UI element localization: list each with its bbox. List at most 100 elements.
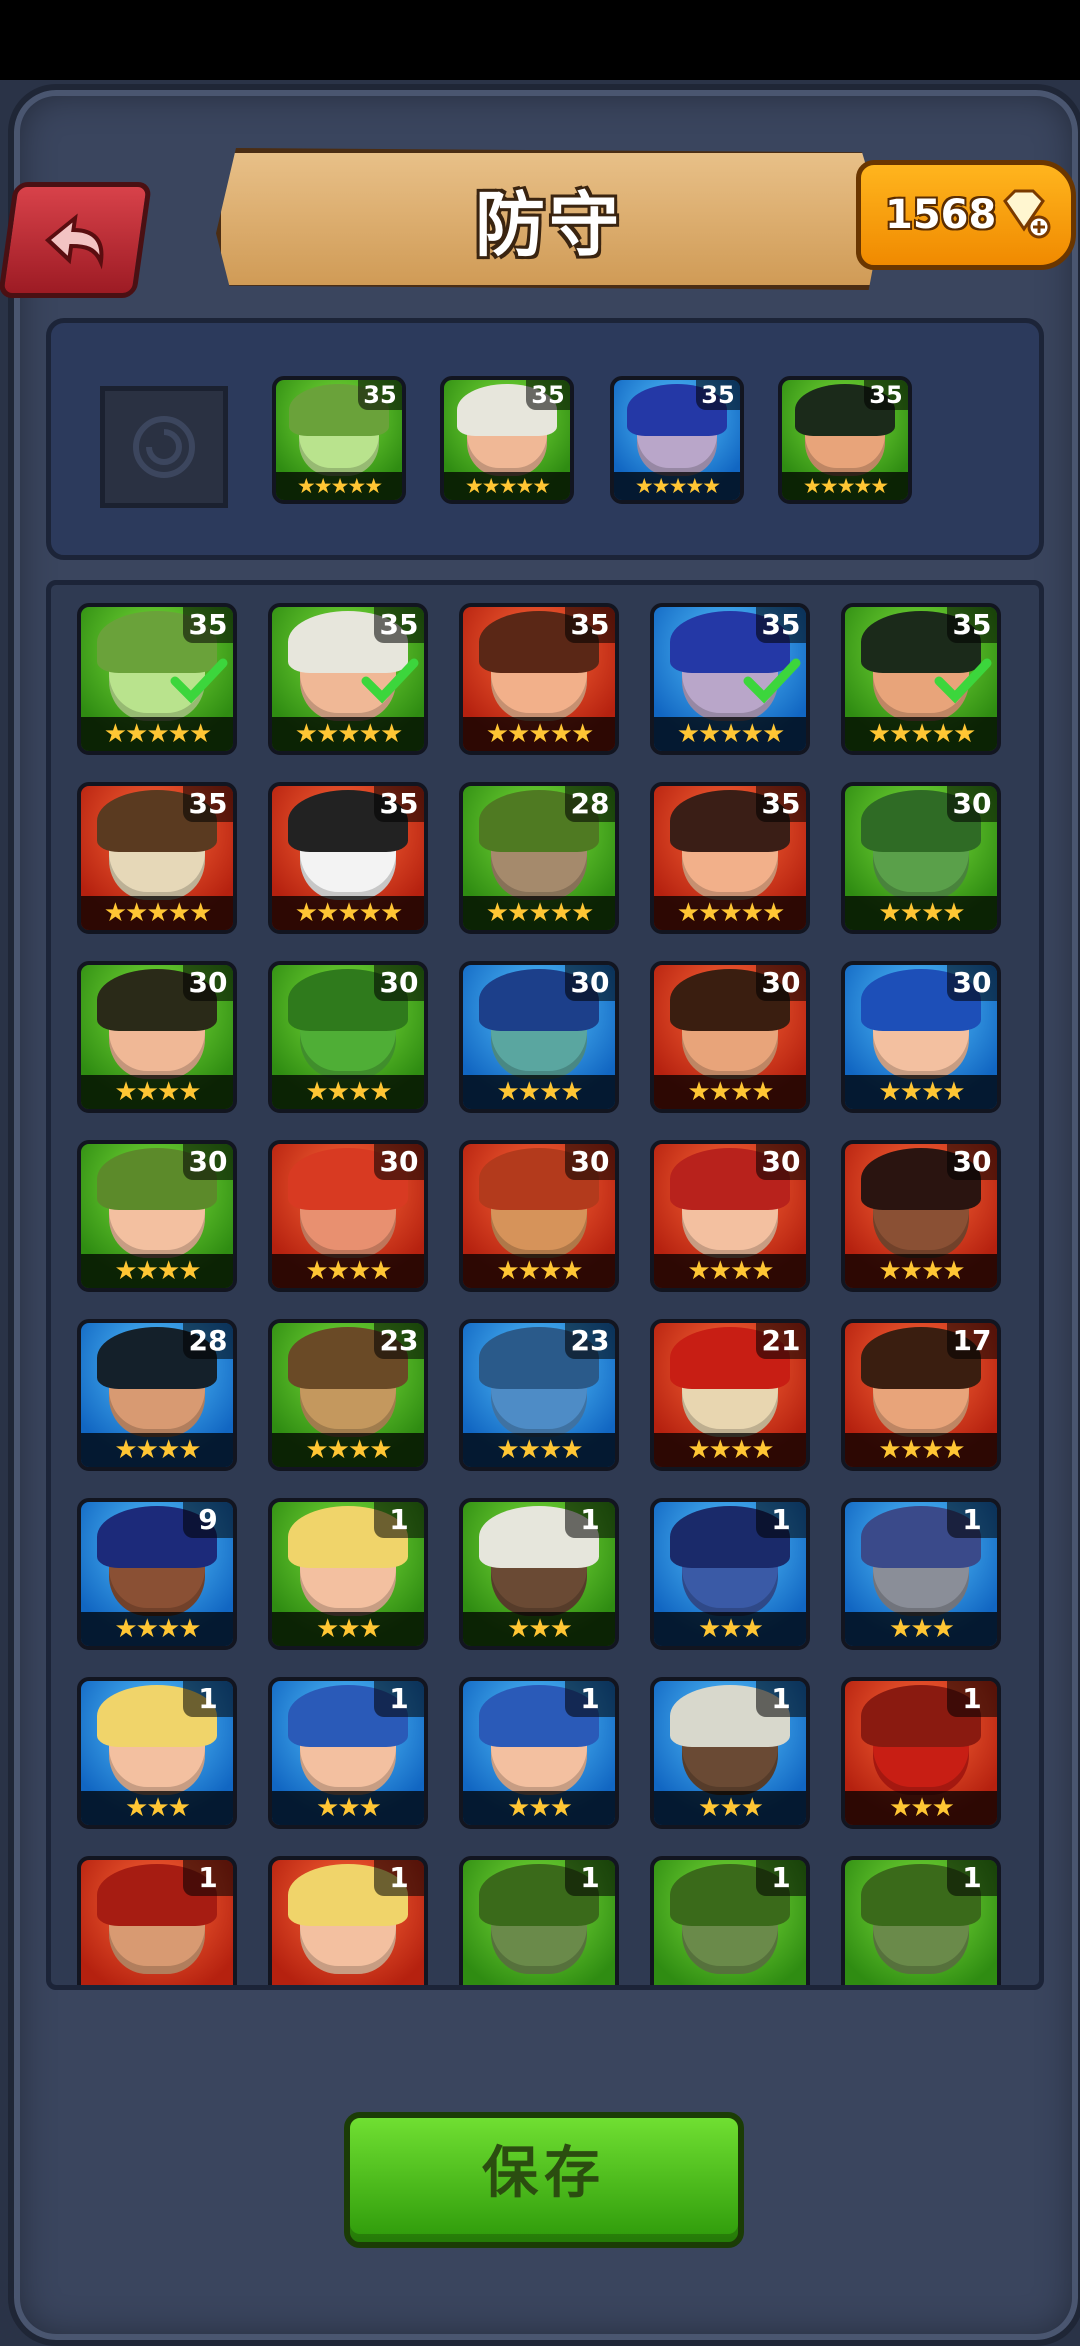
hero-card[interactable]: 28 ★★★★	[77, 1319, 237, 1471]
star-rating: ★★★★	[81, 1254, 233, 1288]
hero-card[interactable]: 35 ★★★★★	[650, 782, 810, 934]
hero-level: 1	[947, 1860, 997, 1896]
hero-card[interactable]: 1 ★★★	[650, 1498, 810, 1650]
star-rating: ★★★★	[272, 1433, 424, 1467]
star-rating: ★★★★★	[81, 717, 233, 751]
hero-level: 30	[565, 965, 615, 1001]
selected-check-icon	[361, 658, 419, 704]
hero-level: 28	[183, 1323, 233, 1359]
star-rating: ★★★★	[845, 1433, 997, 1467]
hero-card[interactable]: 30 ★★★★	[841, 1140, 1001, 1292]
hero-level: 35	[183, 786, 233, 822]
hero-level: 30	[374, 1144, 424, 1180]
empty-team-slot[interactable]	[100, 386, 228, 508]
page-title: 防守	[475, 183, 623, 266]
hero-level: 35	[565, 607, 615, 643]
hero-level: 30	[183, 965, 233, 1001]
hero-card[interactable]: 30 ★★★★	[268, 961, 428, 1113]
hero-card[interactable]: 35 ★★★★★	[268, 603, 428, 755]
hero-level: 23	[374, 1323, 424, 1359]
star-rating: ★★★★	[272, 1075, 424, 1109]
hero-card[interactable]: 1 ★★★	[459, 1677, 619, 1829]
star-rating: ★★★	[654, 1612, 806, 1646]
hero-card[interactable]: 35 ★★★★★	[778, 376, 912, 504]
star-rating: ★★★	[463, 1791, 615, 1825]
hero-card[interactable]: 30 ★★★★	[650, 961, 810, 1113]
hero-card[interactable]: 30 ★★★★	[459, 1140, 619, 1292]
hero-card[interactable]: 1 ★★★	[459, 1498, 619, 1650]
hero-card[interactable]: 35 ★★★★★	[268, 782, 428, 934]
hero-card[interactable]: 1	[268, 1856, 428, 1985]
hero-level: 35	[756, 786, 806, 822]
hero-card[interactable]: 1 ★★★	[841, 1677, 1001, 1829]
star-rating: ★★★★	[463, 1433, 615, 1467]
star-rating: ★★★★	[463, 1075, 615, 1109]
hero-card[interactable]: 30 ★★★★	[77, 1140, 237, 1292]
hero-card[interactable]: 23 ★★★★	[268, 1319, 428, 1471]
hero-card[interactable]: 30 ★★★★	[459, 961, 619, 1113]
hero-level: 30	[947, 1144, 997, 1180]
status-bar	[0, 0, 1080, 80]
hero-card[interactable]: 1 ★★★	[268, 1498, 428, 1650]
hero-card[interactable]: 35 ★★★★★	[272, 376, 406, 504]
save-button[interactable]: 保存	[344, 2112, 744, 2248]
hero-card[interactable]: 17 ★★★★	[841, 1319, 1001, 1471]
hero-card[interactable]: 35 ★★★★★	[77, 782, 237, 934]
star-rating: ★★★★★	[463, 717, 615, 751]
hero-card[interactable]: 28 ★★★★★	[459, 782, 619, 934]
hero-level: 1	[374, 1502, 424, 1538]
hero-level: 1	[947, 1681, 997, 1717]
hero-card[interactable]: 35 ★★★★★	[610, 376, 744, 504]
star-rating: ★★★★★	[845, 717, 997, 751]
hero-level: 9	[183, 1502, 233, 1538]
hero-level: 35	[947, 607, 997, 643]
hero-level: 1	[183, 1860, 233, 1896]
hero-level: 35	[358, 380, 402, 410]
diamond-plus-icon	[1003, 189, 1051, 239]
hero-card[interactable]: 30 ★★★★	[841, 782, 1001, 934]
star-rating: ★★★★★	[463, 896, 615, 930]
hero-card[interactable]: 21 ★★★★	[650, 1319, 810, 1471]
hero-level: 1	[565, 1681, 615, 1717]
hero-card[interactable]: 30 ★★★★	[841, 961, 1001, 1113]
hero-card[interactable]: 1 ★★★	[268, 1677, 428, 1829]
gem-counter[interactable]: 1568	[856, 160, 1076, 270]
star-rating: ★★★	[845, 1612, 997, 1646]
hero-card[interactable]: 30 ★★★★	[650, 1140, 810, 1292]
hero-card[interactable]: 1	[77, 1856, 237, 1985]
hero-level: 30	[756, 965, 806, 1001]
hero-level: 23	[565, 1323, 615, 1359]
star-rating: ★★★★	[845, 1075, 997, 1109]
hero-card[interactable]: 35 ★★★★★	[650, 603, 810, 755]
hero-card[interactable]: 35 ★★★★★	[77, 603, 237, 755]
star-rating: ★★★★★	[654, 896, 806, 930]
hero-card[interactable]: 35 ★★★★★	[459, 603, 619, 755]
hero-card[interactable]: 35 ★★★★★	[440, 376, 574, 504]
back-arrow-icon	[44, 213, 104, 270]
hero-card[interactable]: 1	[459, 1856, 619, 1985]
hero-card[interactable]: 1 ★★★	[650, 1677, 810, 1829]
hero-card[interactable]: 35 ★★★★★	[841, 603, 1001, 755]
hero-level: 35	[374, 607, 424, 643]
hero-card[interactable]: 30 ★★★★	[268, 1140, 428, 1292]
hero-card[interactable]: 1 ★★★	[77, 1677, 237, 1829]
hero-card[interactable]: 23 ★★★★	[459, 1319, 619, 1471]
selected-check-icon	[743, 658, 801, 704]
hero-level: 1	[374, 1860, 424, 1896]
hero-level: 35	[374, 786, 424, 822]
hero-level: 1	[947, 1502, 997, 1538]
star-rating: ★★★★★	[272, 717, 424, 751]
hero-level: 35	[526, 380, 570, 410]
hero-level: 30	[947, 786, 997, 822]
hero-card[interactable]: 9 ★★★★	[77, 1498, 237, 1650]
hero-level: 1	[565, 1502, 615, 1538]
hero-card[interactable]: 1	[650, 1856, 810, 1985]
hero-card[interactable]: 1	[841, 1856, 1001, 1985]
hero-card[interactable]: 30 ★★★★	[77, 961, 237, 1113]
back-button[interactable]	[0, 182, 153, 298]
selected-check-icon	[170, 658, 228, 704]
hero-card[interactable]: 1 ★★★	[841, 1498, 1001, 1650]
star-rating: ★★★★	[463, 1254, 615, 1288]
hero-level: 1	[756, 1502, 806, 1538]
hero-level: 21	[756, 1323, 806, 1359]
